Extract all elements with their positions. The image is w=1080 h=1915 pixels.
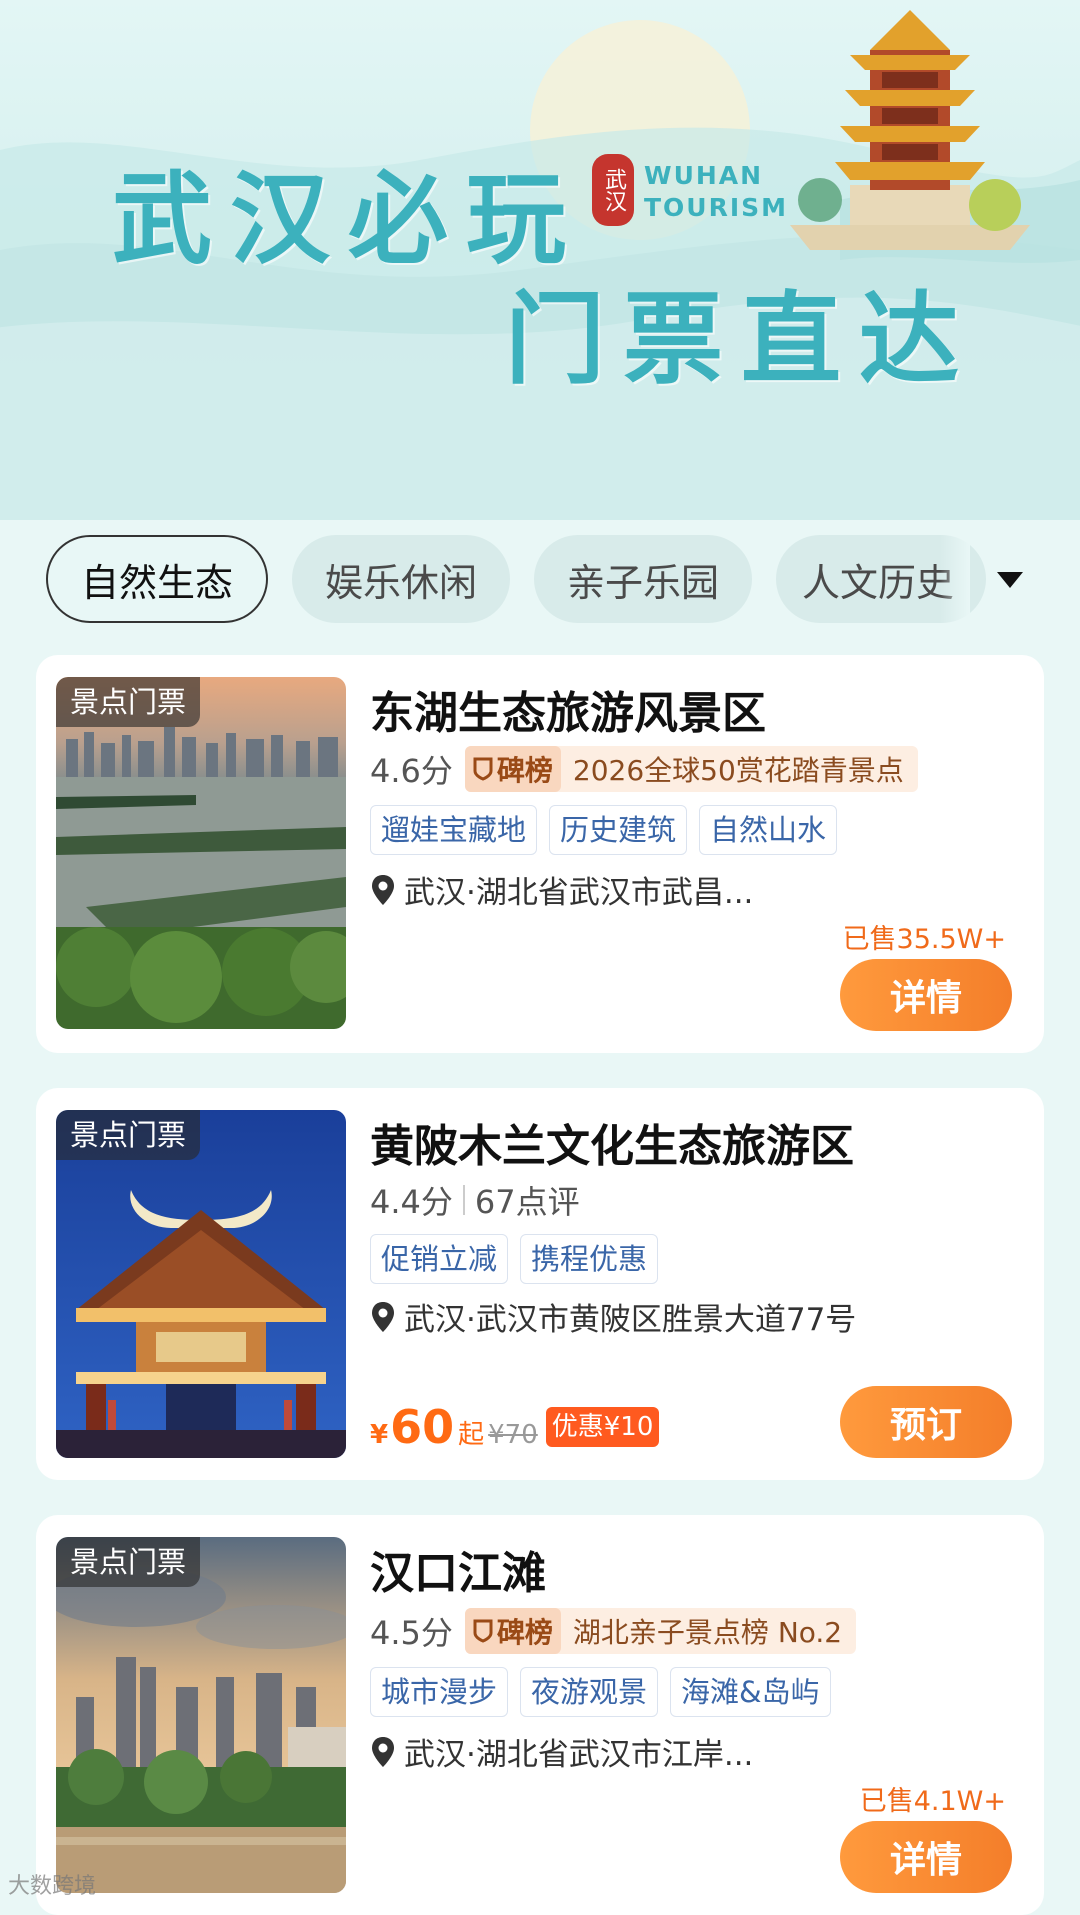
location-pin-icon (372, 874, 394, 905)
location-row: 武汉·武汉市黄陂区胜景大道77号 (370, 1294, 856, 1339)
location-text: 武汉·武汉市黄陂区胜景大道77号 (404, 1302, 857, 1338)
koubei-list-label: 碑榜 (464, 746, 561, 792)
rating-row: 4.4分 67点评 (370, 1176, 580, 1224)
tag: 携程优惠 (520, 1234, 659, 1284)
expand-categories-button[interactable] (990, 555, 1030, 605)
yellow-crane-tower-illustration (790, 10, 1030, 250)
rating-score: 4.5分 (370, 1614, 453, 1652)
sold-count: 已售35.5W+ (842, 924, 1006, 955)
price-currency: ¥ (370, 1420, 389, 1450)
rating-row: 4.6分 碑榜 2026全球50赏花踏青景点 (370, 745, 918, 793)
ticket-type-badge: 景点门票 (56, 677, 201, 727)
brand-line1: WUHAN (644, 161, 764, 190)
tag: 促销立减 (370, 1234, 509, 1284)
price-value: 60 (390, 1400, 455, 1454)
location-text: 武汉·湖北省武汉市江岸... (404, 1737, 754, 1773)
attraction-card-hankou-bund[interactable]: 景点门票 汉口江滩 4.5分 碑榜 湖北亲子景点榜 No.2 城市漫步 夜游观景… (36, 1515, 1044, 1915)
ranking-text: 2026全球50赏花踏青景点 (572, 754, 904, 787)
wuhan-tourism-brand: WUHAN TOURISM (644, 160, 788, 224)
attraction-title: 汉口江滩 (370, 1548, 546, 1599)
location-text: 武汉·湖北省武汉市武昌... (404, 875, 754, 911)
attraction-card-donghu[interactable]: 景点门票 东湖生态旅游风景区 4.6分 碑榜 2026全球50赏花踏青景点 遛娃… (36, 655, 1044, 1053)
ranking-badge[interactable]: 碑榜 湖北亲子景点榜 No.2 (464, 1608, 857, 1654)
tag: 自然山水 (699, 805, 838, 855)
shield-icon (473, 757, 493, 781)
brand-line2: TOURISM (644, 193, 789, 222)
koubei-list-label: 碑榜 (464, 1608, 561, 1654)
tab-family-park[interactable]: 亲子乐园 (534, 535, 752, 623)
rating-score: 4.6分 (370, 752, 453, 790)
location-row: 武汉·湖北省武汉市武昌... (370, 867, 753, 912)
ranking-badge[interactable]: 碑榜 2026全球50赏花踏青景点 (464, 746, 918, 792)
tabs-fade (940, 535, 970, 625)
attraction-title: 黄陂木兰文化生态旅游区 (370, 1121, 854, 1172)
rating-divider (462, 1185, 465, 1215)
shield-icon (473, 1619, 493, 1643)
book-button[interactable]: 预订 (840, 1386, 1012, 1458)
watermark: 大数跨境 (8, 1868, 96, 1900)
ranking-text: 湖北亲子景点榜 No.2 (572, 1616, 843, 1649)
location-row: 武汉·湖北省武汉市江岸... (370, 1729, 753, 1774)
tag: 城市漫步 (370, 1667, 509, 1717)
banner-title-line2: 门票直达 (505, 281, 977, 398)
ticket-type-badge: 景点门票 (56, 1110, 201, 1160)
rating-row: 4.5分 碑榜 湖北亲子景点榜 No.2 (370, 1607, 857, 1655)
tag: 海滩&岛屿 (670, 1667, 831, 1717)
details-button[interactable]: 详情 (840, 959, 1012, 1031)
tag: 历史建筑 (549, 805, 688, 855)
category-tabs: 自然生态 娱乐休闲 亲子乐园 人文历史 (0, 535, 1080, 625)
watermark-text: 大数跨境 (8, 1874, 97, 1899)
review-count[interactable]: 67点评 (475, 1177, 580, 1223)
attraction-title: 东湖生态旅游风景区 (370, 688, 766, 739)
tag-list: 遛娃宝藏地 历史建筑 自然山水 (370, 805, 838, 855)
discount-badge: 优惠¥10 (545, 1407, 660, 1447)
rating-score: 4.4分 (370, 1183, 453, 1221)
location-pin-icon (372, 1736, 394, 1767)
details-button[interactable]: 详情 (840, 1821, 1012, 1893)
attraction-photo: 景点门票 (56, 1110, 346, 1458)
tag: 夜游观景 (520, 1667, 659, 1717)
wuhan-seal-logo: 武汉 (592, 154, 634, 226)
price-row: ¥ 60 起 ¥70 优惠¥10 (370, 1400, 660, 1454)
attraction-photo: 景点门票 (56, 677, 346, 1029)
tag-list: 城市漫步 夜游观景 海滩&岛屿 (370, 1667, 831, 1717)
location-pin-icon (372, 1301, 394, 1332)
tag-list: 促销立减 携程优惠 (370, 1234, 659, 1284)
tab-entertainment-leisure[interactable]: 娱乐休闲 (292, 535, 510, 623)
attraction-photo: 景点门票 (56, 1537, 346, 1893)
tab-nature-ecology[interactable]: 自然生态 (46, 535, 268, 623)
hero-banner: 武汉必玩 武汉 WUHAN TOURISM 门票直达 (0, 0, 1080, 520)
attraction-card-mulan[interactable]: 景点门票 黄陂木兰文化生态旅游区 4.4分 67点评 促销立减 携程优惠 武汉·… (36, 1088, 1044, 1480)
sold-count: 已售4.1W+ (859, 1786, 1006, 1817)
price-from-label: 起 (458, 1420, 485, 1450)
caret-down-icon (997, 572, 1023, 588)
ticket-type-badge: 景点门票 (56, 1537, 201, 1587)
tag: 遛娃宝藏地 (370, 805, 538, 855)
original-price: ¥70 (488, 1420, 538, 1450)
